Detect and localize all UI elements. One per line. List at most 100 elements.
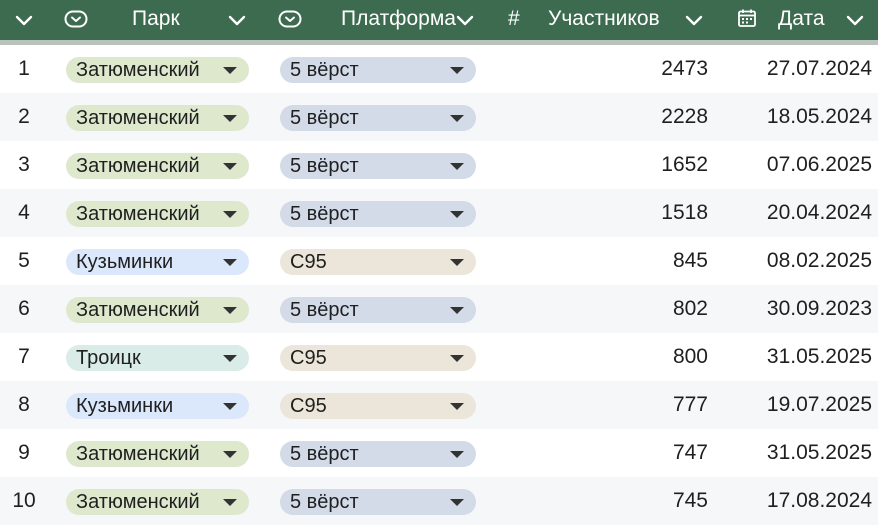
park-chip[interactable]: Затюменский [66,441,249,467]
date-cell[interactable]: 31.05.2025 [767,440,872,466]
date-cell[interactable]: 17.08.2024 [767,488,872,514]
table-row[interactable]: 9 Затюменский 5 вёрст 747 31.05.2025 [0,429,878,477]
participants-cell[interactable]: 1652 [661,152,708,178]
row-number: 2 [18,105,30,128]
participants-cell[interactable]: 747 [673,440,708,466]
platform-chip-label: 5 вёрст [290,299,359,321]
park-chip[interactable]: Затюменский [66,201,249,227]
date-column-chevron-icon[interactable] [844,9,866,31]
platform-chip-label: С95 [290,347,327,369]
park-chip[interactable]: Кузьминки [66,249,249,275]
platform-chip[interactable]: С95 [280,249,476,275]
table-row[interactable]: 10 Затюменский 5 вёрст 745 17.08.2024 [0,477,878,525]
park-chip[interactable]: Затюменский [66,297,249,323]
park-chip-label: Затюменский [76,491,200,513]
platform-chip[interactable]: 5 вёрст [280,201,476,227]
caret-down-icon[interactable] [223,451,237,458]
row-number: 7 [18,345,30,368]
caret-down-icon[interactable] [450,211,464,218]
park-chip[interactable]: Кузьминки [66,393,249,419]
caret-down-icon[interactable] [450,499,464,506]
column-header-park[interactable]: Парк [132,6,180,32]
caret-down-icon[interactable] [223,355,237,362]
date-cell[interactable]: 30.09.2023 [767,296,872,322]
participants-cell[interactable]: 1518 [661,200,708,226]
caret-down-icon[interactable] [223,403,237,410]
platform-chip-label: 5 вёрст [290,203,359,225]
platform-chip[interactable]: С95 [280,345,476,371]
platform-chip[interactable]: 5 вёрст [280,153,476,179]
park-chip-label: Затюменский [76,59,200,81]
platform-chip-label: 5 вёрст [290,443,359,465]
table-row[interactable]: 1 Затюменский 5 вёрст 2473 27.07.2024 [0,45,878,93]
number-type-icon: # [508,7,520,30]
date-cell[interactable]: 07.06.2025 [767,152,872,178]
caret-down-icon[interactable] [450,259,464,266]
caret-down-icon[interactable] [450,307,464,314]
park-chip[interactable]: Затюменский [66,153,249,179]
row-number: 6 [18,297,30,320]
park-chip[interactable]: Троицк [66,345,249,371]
row-number: 4 [18,201,30,224]
participants-cell[interactable]: 745 [673,488,708,514]
park-chip[interactable]: Затюменский [66,57,249,83]
park-chip-label: Затюменский [76,155,200,177]
table-header: Парк Платформа # Участников Дата [0,0,878,45]
platform-column-chevron-icon[interactable] [454,9,476,31]
caret-down-icon[interactable] [450,355,464,362]
table-row[interactable]: 5 Кузьминки С95 845 08.02.2025 [0,237,878,285]
table-row[interactable]: 7 Троицк С95 800 31.05.2025 [0,333,878,381]
park-chip-label: Кузьминки [76,251,174,273]
column-header-participants[interactable]: Участников [548,6,660,32]
participants-cell[interactable]: 845 [673,248,708,274]
caret-down-icon[interactable] [223,307,237,314]
column-header-platform[interactable]: Платформа [341,6,456,32]
park-chip-label: Затюменский [76,299,200,321]
caret-down-icon[interactable] [223,67,237,74]
caret-down-icon[interactable] [223,115,237,122]
platform-chip[interactable]: 5 вёрст [280,489,476,515]
participants-cell[interactable]: 2228 [661,104,708,130]
platform-chip[interactable]: 5 вёрст [280,441,476,467]
table-row[interactable]: 3 Затюменский 5 вёрст 1652 07.06.2025 [0,141,878,189]
caret-down-icon[interactable] [223,163,237,170]
platform-chip-label: С95 [290,395,327,417]
participants-column-chevron-icon[interactable] [683,9,705,31]
caret-down-icon[interactable] [450,403,464,410]
platform-chip-label: 5 вёрст [290,155,359,177]
caret-down-icon[interactable] [450,451,464,458]
date-cell[interactable]: 31.05.2025 [767,344,872,370]
park-chip-label: Кузьминки [76,395,174,417]
platform-chip[interactable]: 5 вёрст [280,57,476,83]
participants-cell[interactable]: 777 [673,392,708,418]
table-row[interactable]: 8 Кузьминки С95 777 19.07.2025 [0,381,878,429]
table-row[interactable]: 2 Затюменский 5 вёрст 2228 18.05.2024 [0,93,878,141]
platform-chip-label: 5 вёрст [290,59,359,81]
caret-down-icon[interactable] [450,115,464,122]
platform-chip-label: 5 вёрст [290,107,359,129]
caret-down-icon[interactable] [223,211,237,218]
table-row[interactable]: 4 Затюменский 5 вёрст 1518 20.04.2024 [0,189,878,237]
caret-down-icon[interactable] [223,259,237,266]
park-chip[interactable]: Затюменский [66,489,249,515]
park-chip[interactable]: Затюменский [66,105,249,131]
column-header-date[interactable]: Дата [778,6,825,32]
date-cell[interactable]: 19.07.2025 [767,392,872,418]
row-menu-chevron-icon[interactable] [13,9,35,31]
caret-down-icon[interactable] [450,163,464,170]
platform-chip[interactable]: 5 вёрст [280,105,476,131]
table-row[interactable]: 6 Затюменский 5 вёрст 802 30.09.2023 [0,285,878,333]
platform-chip[interactable]: 5 вёрст [280,297,476,323]
participants-cell[interactable]: 2473 [661,56,708,82]
caret-down-icon[interactable] [223,499,237,506]
date-cell[interactable]: 27.07.2024 [767,56,872,82]
row-number: 8 [18,393,30,416]
platform-chip[interactable]: С95 [280,393,476,419]
caret-down-icon[interactable] [450,67,464,74]
participants-cell[interactable]: 802 [673,296,708,322]
date-cell[interactable]: 18.05.2024 [767,104,872,130]
park-column-chevron-icon[interactable] [226,9,248,31]
participants-cell[interactable]: 800 [673,344,708,370]
date-cell[interactable]: 20.04.2024 [767,200,872,226]
date-cell[interactable]: 08.02.2025 [767,248,872,274]
